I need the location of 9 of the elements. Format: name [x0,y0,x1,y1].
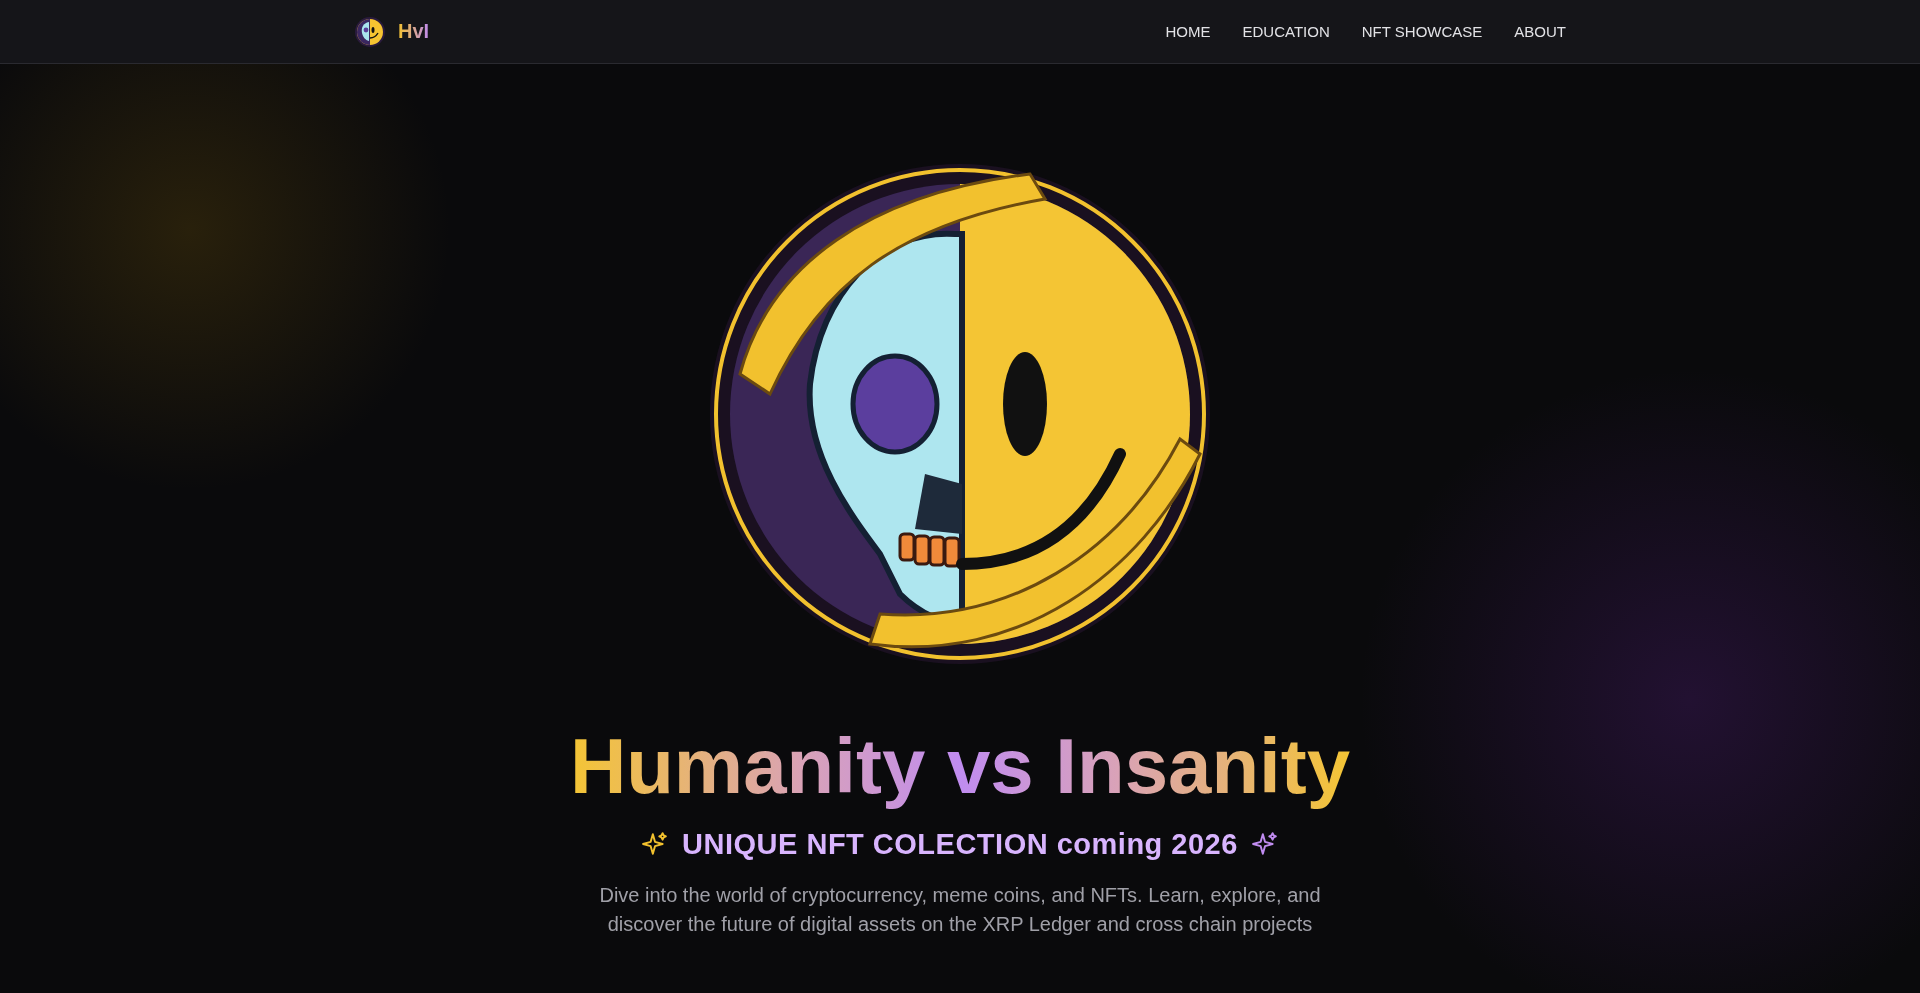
sparkle-icon [642,831,669,858]
sparkle-icon [1251,831,1278,858]
hero-tagline: UNIQUE NFT COLECTION coming 2026 [682,827,1238,861]
nav-link[interactable]: ABOUT [1514,23,1566,40]
skull-smiley-logo-icon[interactable] [354,15,386,48]
nav-link[interactable]: NFT SHOWCASE [1361,23,1483,40]
nav-link[interactable]: HOME [1165,23,1211,40]
hero-description: Dive into the world of cryptocurrency, meme coins, and NFTs. Learn, explore, and discover the future of digital assets on the XRP Ledger and cross chain projects [598,882,1322,937]
nav-link[interactable]: EDUCATION [1242,23,1330,40]
